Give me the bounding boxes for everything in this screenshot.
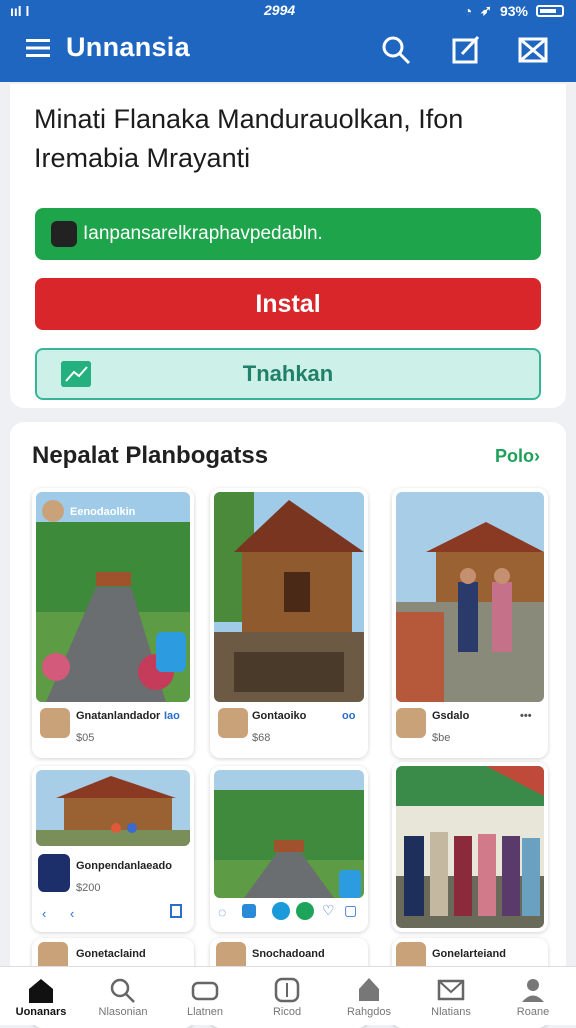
- tab-profile[interactable]: Roane: [492, 967, 574, 1025]
- share-icon[interactable]: [517, 34, 549, 66]
- avatar: [396, 708, 426, 738]
- post-author: Gonpendanlaeado: [76, 860, 172, 872]
- post-card[interactable]: Eenodaolkin Gnatanlandador Iao $05: [32, 488, 194, 758]
- status-bar: ııl l 2994 ◔ ➶ 93%: [0, 0, 576, 20]
- open-app-label: Ianpansarelkraphavpedabln.: [83, 223, 323, 244]
- status-time: 2994: [264, 2, 296, 18]
- temple-icon: [359, 978, 379, 1001]
- tab-label: Rahgdos: [346, 1006, 392, 1018]
- post-card[interactable]: Gontaoiko oo $68: [210, 488, 368, 758]
- post-image-house-group: [36, 770, 190, 846]
- action-bar: ◌ ♡ ▢: [214, 898, 364, 928]
- tab-places[interactable]: Rahgdos: [328, 967, 410, 1025]
- mail-icon: [61, 361, 91, 387]
- post-author: Gontaoiko: [252, 710, 307, 722]
- tab-label: Nlatians: [431, 1006, 471, 1018]
- post-meta: oo: [342, 710, 356, 722]
- post-author: Gsdalo: [432, 710, 470, 722]
- avatar: [42, 500, 64, 522]
- post-image-people-market: [396, 492, 544, 702]
- install-label: Instal: [255, 289, 321, 318]
- tab-search[interactable]: Nlasonian: [82, 967, 164, 1025]
- tab-label: Uonanars: [15, 1006, 67, 1018]
- home-icon: [29, 979, 53, 1003]
- share-icon[interactable]: [272, 902, 290, 920]
- post-author: Snochadoand: [252, 948, 325, 960]
- bottom-tab-bar: Uonanars Nlasonian Llatnen Ricod Rahgdos…: [0, 966, 576, 1025]
- post-author: Gonelarteiand: [432, 948, 506, 960]
- tab-label: Roane: [516, 1006, 550, 1018]
- tab-explore[interactable]: Ricod: [246, 967, 328, 1025]
- refresh-icon[interactable]: ◌: [218, 904, 226, 920]
- post-meta: Iao: [164, 710, 180, 722]
- avatar: [218, 708, 248, 738]
- post-card[interactable]: [392, 762, 548, 932]
- post-card[interactable]: Gonpendanlaeado $200 ‹ ‹: [32, 766, 194, 932]
- post-price: $05: [76, 732, 95, 744]
- profile-icon: [522, 979, 544, 1002]
- save-button[interactable]: Tnahkan: [35, 348, 541, 400]
- post-price: $be: [432, 732, 451, 744]
- edit-icon[interactable]: [450, 34, 482, 66]
- post-price: $200: [76, 882, 101, 894]
- app-icon: [51, 221, 77, 247]
- mail-icon: [437, 979, 465, 1001]
- post-image-village-road: [214, 770, 364, 898]
- search-icon: [110, 978, 135, 1003]
- post-image-garden-path: [36, 492, 190, 702]
- search-icon[interactable]: [380, 34, 412, 66]
- feed-section: Nepalat Planbogatss Polo› Eenodaolkin Gn…: [10, 422, 566, 1028]
- location-icon: ➶: [480, 2, 492, 18]
- battery-icon: [536, 4, 564, 17]
- avatar: [38, 854, 70, 892]
- edit-icon[interactable]: [242, 904, 256, 918]
- post-author: Gnatanlandador: [76, 710, 161, 722]
- wallet-icon: [191, 981, 219, 1001]
- post-image-wooden-house: [214, 492, 364, 702]
- app-title: Unnansia: [66, 32, 190, 62]
- tab-label: Nlasonian: [98, 1006, 148, 1018]
- save-label: Tnahkan: [242, 361, 334, 386]
- tab-wallet[interactable]: Llatnen: [164, 967, 246, 1025]
- post-overlay-name: Eenodaolkin: [70, 506, 136, 518]
- post-author: Gonetaclaind: [76, 948, 146, 960]
- tab-label: Ricod: [272, 1006, 302, 1018]
- post-price: $68: [252, 732, 271, 744]
- back-arrow-icon[interactable]: ‹: [42, 906, 46, 921]
- signal-icon: ııl l: [10, 3, 30, 19]
- battery-text: 93%: [499, 2, 528, 19]
- menu-icon[interactable]: [26, 38, 50, 58]
- tab-home[interactable]: Uonanars: [0, 967, 82, 1025]
- bookmark-icon[interactable]: [170, 904, 182, 918]
- hero-card: Minati Flanaka Mandurauolkan, Ifon Irema…: [10, 84, 566, 408]
- compass-icon: [274, 977, 300, 1003]
- tab-label: Llatnen: [186, 1006, 224, 1018]
- install-button[interactable]: Instal: [35, 278, 541, 330]
- post-image-group-tent: [396, 766, 544, 928]
- status-right: ◔ ➶ 93%: [464, 2, 564, 19]
- post-card[interactable]: ◌ ♡ ▢: [210, 766, 368, 932]
- section-title: Nepalat Planbogatss: [32, 442, 269, 469]
- chat-icon[interactable]: [296, 902, 314, 920]
- back-arrow-icon[interactable]: ‹: [70, 906, 74, 921]
- alarm-icon: ◔: [463, 2, 473, 19]
- see-all-link[interactable]: Polo›: [495, 446, 540, 467]
- avatar: [40, 708, 70, 738]
- post-card[interactable]: Gsdalo ••• $be: [392, 488, 548, 758]
- heart-icon[interactable]: ♡: [322, 902, 335, 919]
- hero-headline: Minati Flanaka Mandurauolkan, Ifon Irema…: [34, 104, 464, 173]
- tab-messages[interactable]: Nlatians: [410, 967, 492, 1025]
- open-app-button[interactable]: Ianpansarelkraphavpedabln.: [35, 208, 541, 260]
- app-bar: Unnansia: [0, 20, 576, 82]
- more-icon[interactable]: •••: [520, 710, 532, 722]
- bookmark-icon[interactable]: ▢: [344, 902, 357, 919]
